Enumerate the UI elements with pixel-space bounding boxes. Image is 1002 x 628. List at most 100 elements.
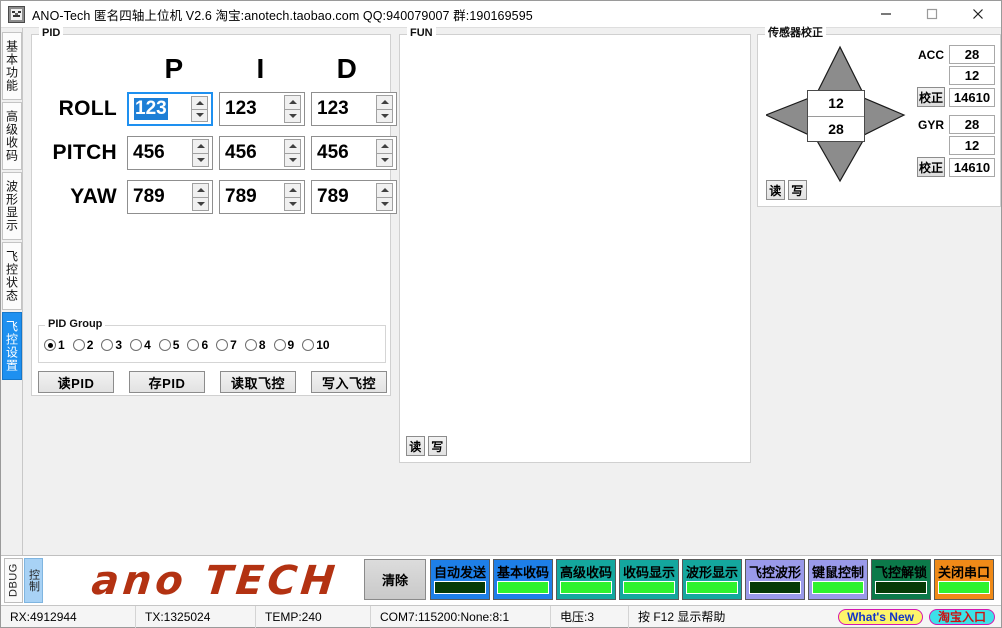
gyr-calibrate-button[interactable]: 校正: [917, 157, 945, 177]
toggle-keyboard-mouse-control[interactable]: 键鼠控制: [808, 559, 868, 600]
toggle-label: 关闭串口: [938, 565, 991, 580]
whats-new-link[interactable]: What's New: [838, 608, 923, 625]
radio-label: 1: [58, 338, 65, 352]
fun-panel: FUN 读 写: [399, 27, 751, 463]
sidebar-tab-label: 波形显示: [4, 180, 19, 232]
spinner-up-icon[interactable]: [284, 183, 301, 197]
spinner-arrows[interactable]: [284, 95, 301, 123]
spinner-arrows[interactable]: [284, 183, 301, 211]
spinner-down-icon[interactable]: [284, 152, 301, 167]
spinner-up-icon[interactable]: [284, 95, 301, 109]
pid-group-radio-6[interactable]: 6: [187, 338, 208, 352]
minimize-icon[interactable]: [863, 1, 909, 28]
fun-read-button[interactable]: 读: [406, 436, 425, 456]
write-fc-button[interactable]: 写入飞控: [311, 371, 387, 393]
spinner-up-icon[interactable]: [376, 95, 393, 109]
spinner-up-icon[interactable]: [376, 139, 393, 153]
pid-group-radio-2[interactable]: 2: [72, 338, 93, 352]
bottom-tab-control[interactable]: 控制: [24, 558, 43, 603]
sensor-panel-title: 传感器校正: [765, 27, 826, 39]
spinner-down-icon[interactable]: [376, 108, 393, 123]
acc-calibrate-button[interactable]: 校正: [917, 87, 945, 107]
pid-yaw-i-value: 789: [225, 186, 257, 207]
spinner-arrows[interactable]: [192, 183, 209, 211]
toggle-advanced-decode[interactable]: 高级收码: [556, 559, 616, 600]
pid-group-radio-1[interactable]: 1: [44, 338, 65, 352]
fun-write-button[interactable]: 写: [428, 436, 447, 456]
toggle-fc-waveform[interactable]: 飞控波形: [745, 559, 805, 600]
spinner-down-icon[interactable]: [192, 196, 209, 211]
spinner-down-icon[interactable]: [284, 108, 301, 123]
status-tx: TX:1325024: [136, 605, 256, 628]
toggle-waveform-display[interactable]: 波形显示: [682, 559, 742, 600]
sensor-read-button[interactable]: 读: [766, 180, 785, 200]
clear-button[interactable]: 清除: [364, 559, 426, 600]
pid-yaw-i-input[interactable]: 789: [219, 180, 305, 214]
pid-pitch-d-input[interactable]: 456: [311, 136, 397, 170]
toggle-close-serial-port[interactable]: 关闭串口: [934, 559, 994, 600]
spinner-down-icon[interactable]: [284, 196, 301, 211]
toggle-fc-unlock[interactable]: 飞控解锁: [871, 559, 931, 600]
pid-roll-d-input[interactable]: 123: [311, 92, 397, 126]
spinner-arrows[interactable]: [191, 96, 208, 122]
spinner-arrows[interactable]: [376, 95, 393, 123]
pid-column-headers: P I D: [32, 53, 390, 85]
taobao-link[interactable]: 淘宝入口: [928, 608, 995, 625]
pid-pitch-i-input[interactable]: 456: [219, 136, 305, 170]
pid-pitch-d-value: 456: [317, 142, 349, 163]
pid-group-radio-9[interactable]: 9: [273, 338, 294, 352]
pid-group-panel: PID Group 1 2 3 4 5 6 7 8 9 10: [38, 318, 386, 363]
sidebar-tab-basic[interactable]: 基本功能: [2, 32, 22, 100]
pid-group-radio-10[interactable]: 10: [302, 338, 330, 352]
pid-group-radio-7[interactable]: 7: [216, 338, 237, 352]
spinner-up-icon[interactable]: [191, 96, 208, 109]
toggle-indicator: [812, 581, 864, 594]
pid-group-radio-4[interactable]: 4: [130, 338, 151, 352]
spinner-up-icon[interactable]: [376, 183, 393, 197]
spinner-down-icon[interactable]: [191, 108, 208, 122]
toggle-decode-display[interactable]: 收码显示: [619, 559, 679, 600]
sidebar-tab-waveform[interactable]: 波形显示: [2, 172, 22, 240]
sensor-action-buttons: 读 写: [766, 180, 810, 200]
toggle-basic-decode[interactable]: 基本收码: [493, 559, 553, 600]
pid-pitch-p-input[interactable]: 456: [127, 136, 213, 170]
gyr-value-1: 28: [949, 115, 995, 134]
radio-label: 5: [172, 338, 180, 352]
spinner-arrows[interactable]: [192, 139, 209, 167]
spinner-down-icon[interactable]: [376, 152, 393, 167]
sidebar-tab-fc-settings[interactable]: 飞控设置: [2, 312, 22, 380]
app-icon: [8, 5, 25, 23]
spinner-up-icon[interactable]: [192, 183, 209, 197]
close-icon[interactable]: [955, 1, 1001, 28]
read-fc-button[interactable]: 读取飞控: [220, 371, 296, 393]
sidebar-tab-fc-status[interactable]: 飞控状态: [2, 242, 22, 310]
pid-roll-p-input[interactable]: 123: [127, 92, 213, 126]
pid-panel: PID P I D ROLL 123 123 123 PITCH 456 456…: [31, 27, 397, 396]
spinner-up-icon[interactable]: [192, 139, 209, 153]
toggle-indicator: [875, 581, 927, 594]
spinner-arrows[interactable]: [376, 139, 393, 167]
pid-group-radios: 1 2 3 4 5 6 7 8 9 10: [44, 338, 338, 352]
pid-group-radio-8[interactable]: 8: [244, 338, 266, 352]
spinner-arrows[interactable]: [284, 139, 301, 167]
sidebar-tab-advanced[interactable]: 高级收码: [2, 102, 22, 170]
sensor-write-button[interactable]: 写: [788, 180, 807, 200]
pid-yaw-d-input[interactable]: 789: [311, 180, 397, 214]
window-controls: [863, 1, 1001, 28]
spinner-up-icon[interactable]: [284, 139, 301, 153]
pid-group-radio-5[interactable]: 5: [158, 338, 180, 352]
toggle-auto-send[interactable]: 自动发送: [430, 559, 490, 600]
read-pid-button[interactable]: 读PID: [38, 371, 114, 393]
spinner-down-icon[interactable]: [192, 152, 209, 167]
toggle-label: 基本收码: [497, 565, 550, 580]
toggle-indicator: [560, 581, 612, 594]
save-pid-button[interactable]: 存PID: [129, 371, 205, 393]
maximize-icon[interactable]: [909, 1, 955, 28]
bottom-tab-dbug[interactable]: DBUG: [4, 558, 23, 603]
spinner-down-icon[interactable]: [376, 196, 393, 211]
application-window: ANO-Tech 匿名四轴上位机 V2.6 淘宝:anotech.taobao.…: [0, 0, 1002, 628]
pid-group-radio-3[interactable]: 3: [101, 338, 122, 352]
pid-yaw-p-input[interactable]: 789: [127, 180, 213, 214]
pid-roll-i-input[interactable]: 123: [219, 92, 305, 126]
spinner-arrows[interactable]: [376, 183, 393, 211]
